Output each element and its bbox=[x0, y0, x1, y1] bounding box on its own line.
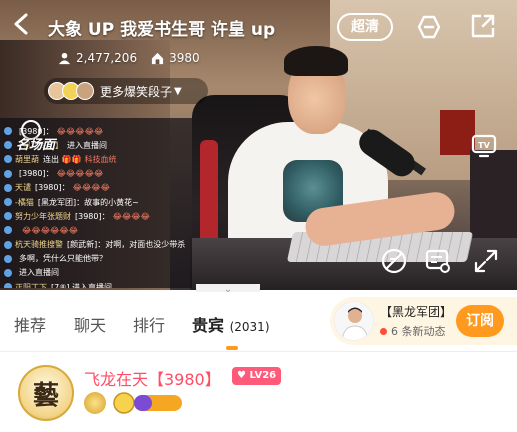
user-level-icon bbox=[4, 240, 12, 249]
chat-username[interactable]: -橘猫 bbox=[15, 197, 34, 208]
streamer-avatar-image bbox=[335, 302, 373, 340]
fan-count: 3980 bbox=[169, 51, 200, 65]
video-top-bar: 大象 UP 我爱书生哥 许皇 up 超清 bbox=[0, 0, 517, 48]
user-level-icon bbox=[4, 283, 12, 288]
streamer-hair bbox=[284, 46, 348, 76]
chat-message: 杭天骑推搜警 [颜武新]：对啊，对面也没少带杀 bbox=[0, 238, 192, 252]
svg-text:TV: TV bbox=[478, 141, 490, 150]
tv-cast-icon[interactable]: TV bbox=[470, 131, 498, 159]
chat-text: 多啊，凭什么只能他带？ bbox=[19, 254, 107, 264]
fan-club-badge-icon bbox=[113, 392, 182, 414]
user-level-icon bbox=[4, 226, 12, 235]
tab-chat[interactable]: 聊天 bbox=[74, 312, 106, 336]
chair-stripe-left bbox=[200, 140, 218, 250]
user-level-icon bbox=[4, 155, 12, 164]
vip-avatar-glyph: 藝 bbox=[32, 381, 59, 411]
streamer-avatar bbox=[334, 301, 374, 341]
list-item[interactable]: 藝 飞龙在天【3980】 ♥ LV26 bbox=[0, 352, 517, 432]
vip-avatar[interactable]: 藝 bbox=[18, 365, 74, 421]
more-clips-label: 更多爆笑段子 bbox=[100, 84, 173, 99]
chat-message: 多啊，凭什么只能他带？ bbox=[0, 252, 192, 266]
fan-group-updates: 6 条新动态 bbox=[380, 323, 446, 339]
chat-username[interactable]: 杭天骑推搜警 bbox=[15, 239, 63, 250]
danmaku-settings-icon[interactable] bbox=[424, 247, 452, 275]
user-level-icon bbox=[4, 141, 12, 150]
video-background-speaker bbox=[470, 150, 517, 240]
user-level-icon bbox=[4, 169, 12, 178]
chat-message: -橘猫 [黑龙军团]：故事的小黄花~ bbox=[0, 195, 192, 209]
chat-text: [3980]： bbox=[19, 169, 54, 179]
chat-username[interactable]: 努力少年张题财 bbox=[15, 211, 71, 222]
chat-text: [7⑧] 进入直播间 bbox=[51, 282, 113, 288]
vip-username: 飞龙在天【3980】 bbox=[84, 370, 221, 389]
chat-emoji: 😂😂😂😂 bbox=[72, 183, 110, 193]
level-badge: ♥ LV26 bbox=[232, 367, 282, 385]
more-clips-pill[interactable]: 更多爆笑段子 ▼ bbox=[44, 78, 208, 104]
share-icon[interactable] bbox=[470, 13, 496, 39]
chat-text: [黑龙军团]：故事的小黄花~ bbox=[37, 197, 139, 207]
chat-message: [3980]： 😂😂😂😂😂 bbox=[0, 167, 192, 181]
quality-button[interactable]: 超清 bbox=[337, 13, 393, 41]
chat-text: [3980]： bbox=[75, 211, 110, 221]
user-level-icon bbox=[4, 183, 12, 192]
fan-group-name: 【黑龙军团】 bbox=[380, 305, 453, 319]
mini-avatar-3 bbox=[76, 82, 94, 100]
live-room-screen: 大象 UP 我爱书生哥 许皇 up 超清 2,477,206 3980 更多爆笑… bbox=[0, 0, 517, 432]
tab-vip[interactable]: 贵宾 (2031) bbox=[192, 312, 270, 336]
subscribe-button[interactable]: 订阅 bbox=[456, 305, 504, 337]
fans-house-icon bbox=[152, 52, 164, 64]
live-video-player[interactable]: 大象 UP 我爱书生哥 许皇 up 超清 2,477,206 3980 更多爆笑… bbox=[0, 0, 517, 290]
room-stats: 2,477,206 3980 bbox=[58, 50, 200, 66]
tab-recommend[interactable]: 推荐 bbox=[14, 312, 46, 336]
live-dot-icon bbox=[380, 327, 387, 335]
level-text: LV26 bbox=[249, 370, 277, 381]
chevron-down-icon: ▼ bbox=[174, 85, 182, 97]
user-level-icon bbox=[4, 198, 12, 207]
chat-message: 进入直播间 bbox=[0, 266, 192, 280]
user-level-icon bbox=[4, 254, 12, 263]
chat-emoji: 科技血统 bbox=[84, 154, 117, 164]
fullscreen-icon[interactable] bbox=[472, 247, 500, 275]
chat-username[interactable]: 正阳丁下 bbox=[15, 282, 47, 288]
fan-group-card[interactable]: 【黑龙军团】 6 条新动态 订阅 bbox=[330, 297, 517, 345]
tab-ranking[interactable]: 排行 bbox=[133, 312, 165, 336]
chat-message: 葫里葫 连出 🎁🎁 科技血统 bbox=[0, 152, 192, 166]
chat-text: [颜武新]：对啊，对面也没少带杀 bbox=[67, 240, 186, 250]
viewers-icon bbox=[58, 52, 71, 64]
active-tab-indicator bbox=[226, 346, 238, 350]
chat-message: 正阳丁下 [7⑧] 进入直播间 bbox=[0, 280, 192, 288]
chat-text: 连出 🎁🎁 bbox=[43, 154, 82, 164]
chat-emoji: 😂😂😂😂😂😂 bbox=[22, 225, 79, 235]
chat-message: 天谴 [3980]： 😂😂😂😂 bbox=[0, 181, 192, 195]
chat-text: 进入直播间 bbox=[67, 140, 107, 150]
famous-scene-label[interactable]: 名场面 bbox=[16, 134, 55, 153]
tab-vip-label: 贵宾 bbox=[192, 316, 225, 335]
chat-emoji: 😂😂😂😂 bbox=[112, 211, 150, 221]
chat-text: 进入直播间 bbox=[19, 268, 59, 278]
chat-text: [3980]： bbox=[35, 183, 70, 193]
chat-username[interactable]: 葫里葫 bbox=[15, 154, 39, 165]
back-arrow-icon[interactable] bbox=[10, 12, 34, 36]
heart-icon: ♥ bbox=[237, 370, 250, 381]
chat-message: 努力少年张题财 [3980]： 😂😂😂😂 bbox=[0, 209, 192, 223]
tab-vip-count: (2031) bbox=[229, 320, 270, 334]
danmaku-chat-overlay[interactable]: [3980]： 😂😂😂😂😂 【黑龙军团】 进入直播间 葫里葫 连出 🎁🎁 科技血统 [3980… bbox=[0, 118, 192, 288]
more-options-icon[interactable] bbox=[416, 14, 442, 40]
fan-group-updates-text: 6 条新动态 bbox=[391, 325, 446, 338]
user-level-icon bbox=[4, 268, 12, 277]
user-level-icon bbox=[4, 212, 12, 221]
room-title: 大象 UP 我爱书生哥 许皇 up bbox=[48, 20, 276, 40]
medal-badge-icon bbox=[84, 392, 106, 414]
chat-username[interactable]: 天谴 bbox=[15, 182, 31, 193]
danmaku-off-icon[interactable] bbox=[380, 247, 408, 275]
chat-emoji: 😂😂😂😂😂 bbox=[56, 169, 104, 179]
chat-message: 😂😂😂😂😂😂 bbox=[0, 223, 192, 237]
viewer-count: 2,477,206 bbox=[76, 51, 138, 65]
chat-emoji: 😂😂😂😂😂 bbox=[56, 126, 104, 136]
user-level-icon bbox=[4, 127, 12, 136]
